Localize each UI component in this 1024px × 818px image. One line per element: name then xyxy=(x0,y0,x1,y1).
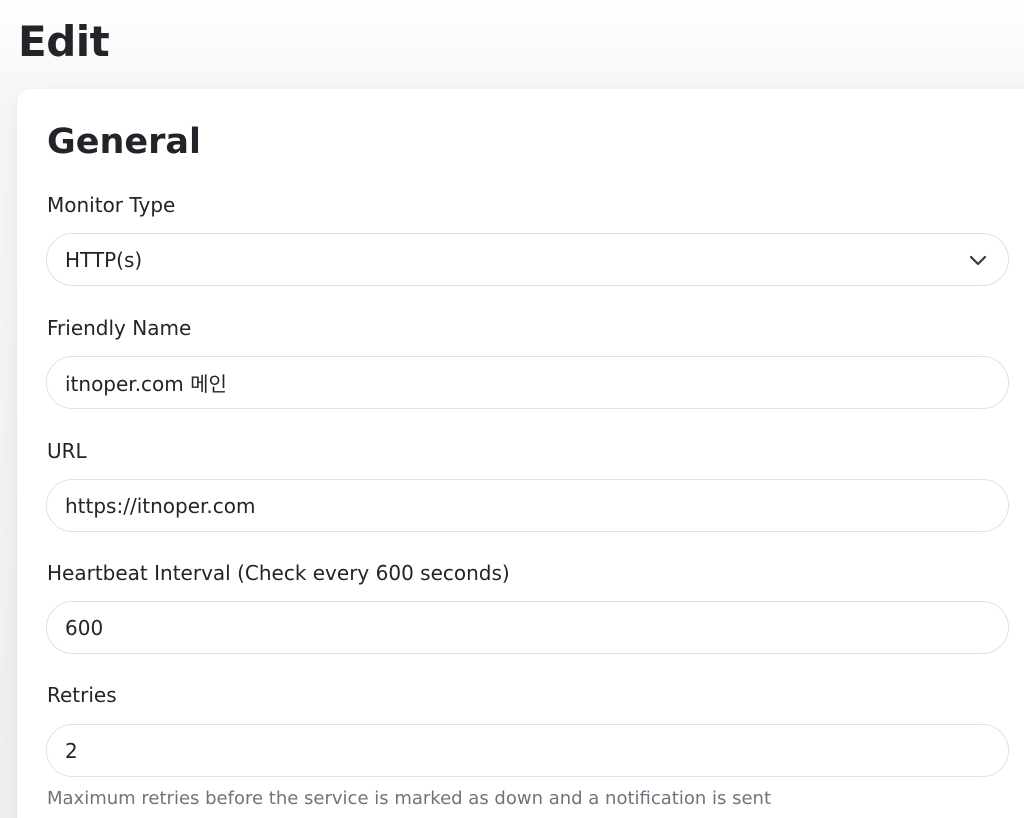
friendly-name-value: itnoper.com 메인 xyxy=(65,372,227,396)
friendly-name-input[interactable]: itnoper.com 메인 xyxy=(46,356,1009,409)
chevron-down-icon[interactable] xyxy=(958,240,998,280)
retries-label: Retries xyxy=(47,683,117,707)
friendly-name-label: Friendly Name xyxy=(47,316,192,340)
section-title-general: General xyxy=(47,122,201,162)
heartbeat-interval-value: 600 xyxy=(65,615,104,640)
url-input[interactable]: https://itnoper.com xyxy=(46,479,1009,532)
retries-help-text: Maximum retries before the service is ma… xyxy=(47,788,772,809)
monitor-type-select[interactable]: HTTP(s) xyxy=(46,233,1009,286)
retries-value: 2 xyxy=(65,738,78,763)
heartbeat-interval-label: Heartbeat Interval (Check every 600 seco… xyxy=(47,561,510,585)
monitor-type-label: Monitor Type xyxy=(47,193,176,217)
retries-input[interactable]: 2 xyxy=(46,724,1009,777)
heartbeat-interval-input[interactable]: 600 xyxy=(46,601,1009,654)
url-value: https://itnoper.com xyxy=(65,493,256,518)
url-label: URL xyxy=(47,439,87,463)
page-title: Edit xyxy=(18,17,110,66)
monitor-type-selected-value: HTTP(s) xyxy=(65,247,143,272)
